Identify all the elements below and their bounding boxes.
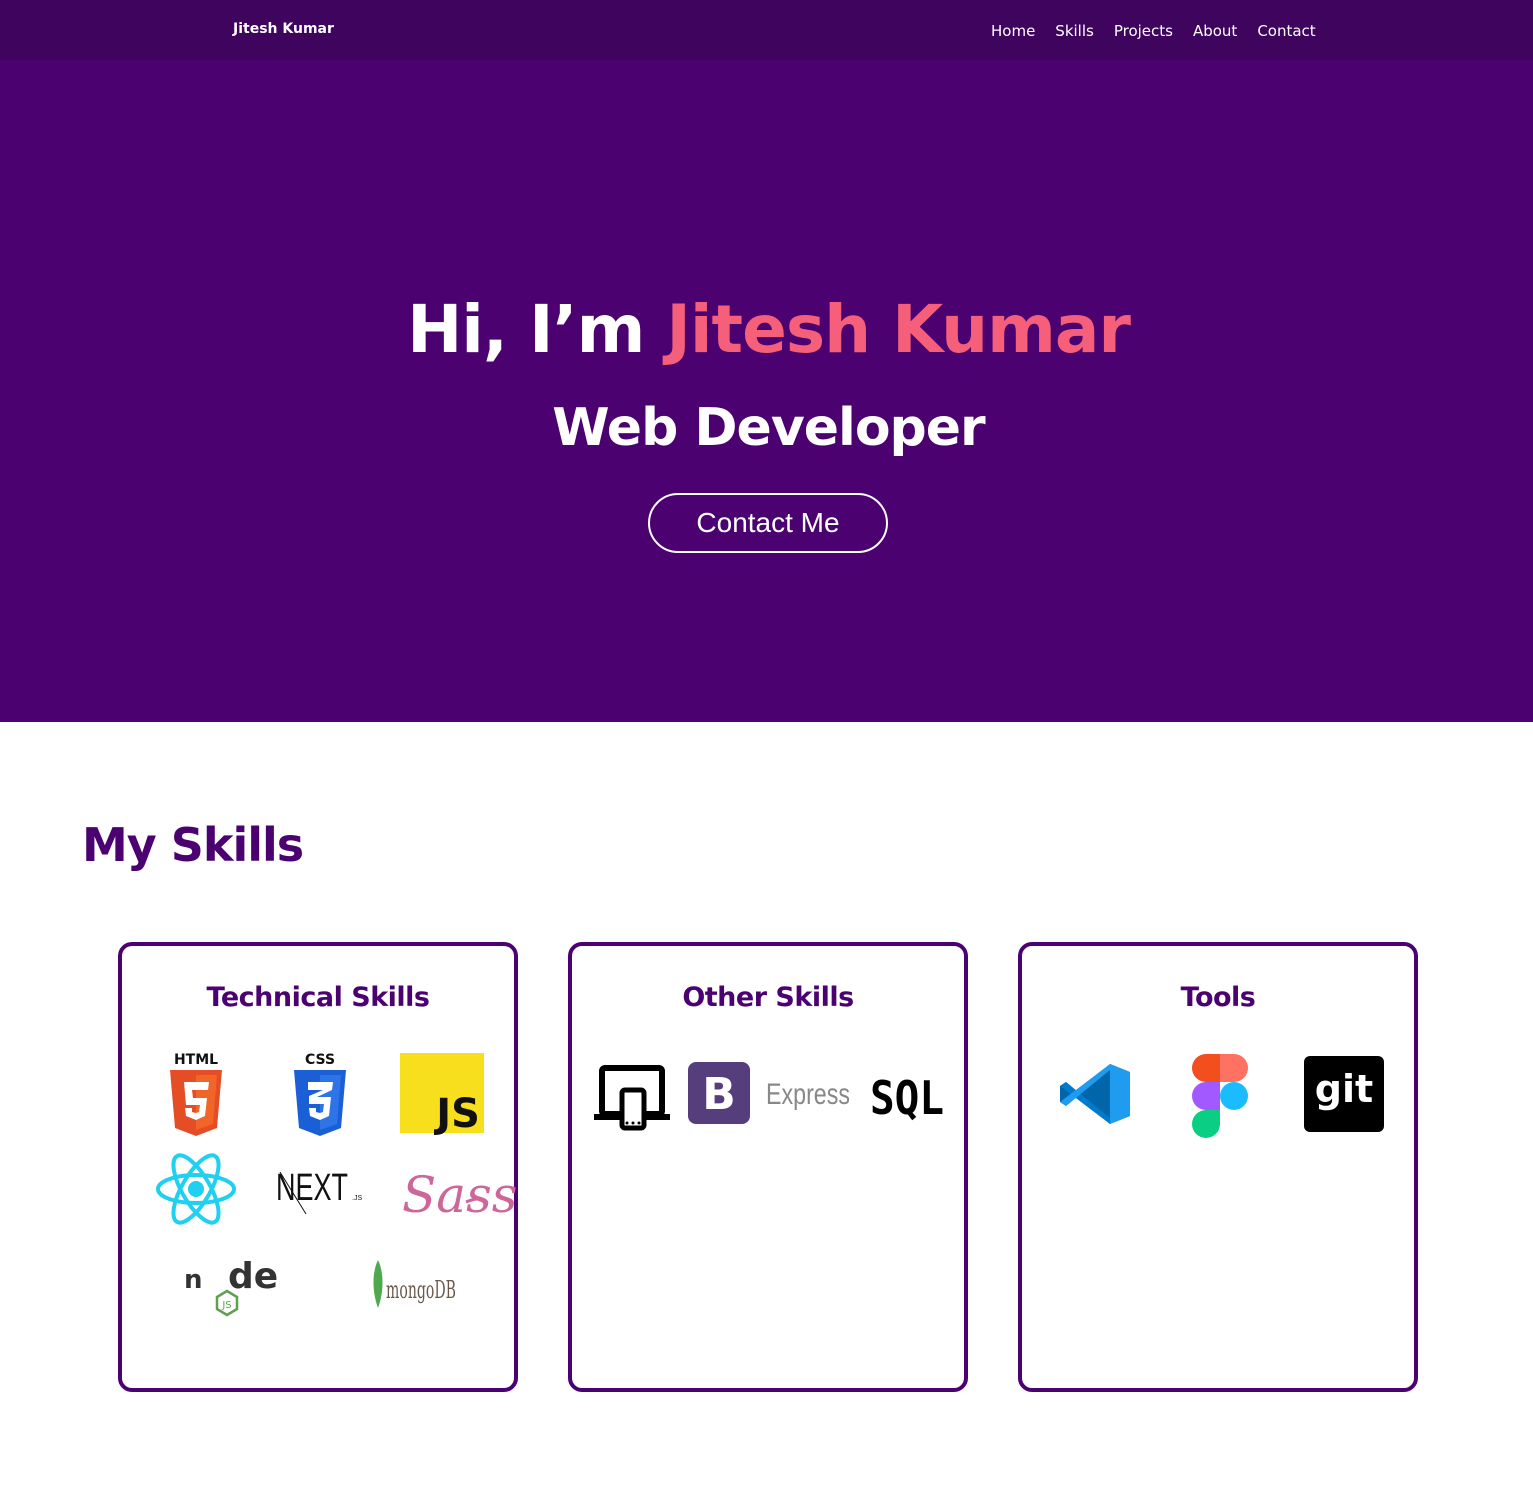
svg-text:Sass: Sass: [402, 1166, 517, 1224]
svg-text:git: git: [1315, 1067, 1373, 1111]
technical-skills-card: Technical Skills HTML CSS JS NEXT .JS Sa…: [118, 942, 518, 1392]
html5-icon: HTML: [166, 1050, 226, 1138]
nav-link-about[interactable]: About: [1193, 22, 1237, 40]
vscode-icon: [1058, 1062, 1132, 1126]
nav-link-skills[interactable]: Skills: [1055, 22, 1094, 40]
nav-link-contact[interactable]: Contact: [1257, 22, 1315, 40]
svg-text:.JS: .JS: [352, 1195, 362, 1202]
svg-text:B: B: [702, 1069, 736, 1120]
nav-link-home[interactable]: Home: [991, 22, 1035, 40]
tools-card: Tools git: [1018, 942, 1418, 1392]
bootstrap-icon: B: [688, 1062, 750, 1124]
contact-me-button[interactable]: Contact Me: [648, 493, 888, 553]
figma-icon: [1188, 1052, 1252, 1138]
other-skills-card: Other Skills B Express SQL: [568, 942, 968, 1392]
card-title: Tools: [1180, 982, 1256, 1013]
javascript-icon: JS: [400, 1053, 484, 1137]
nav-link-projects[interactable]: Projects: [1114, 22, 1173, 40]
svg-text:HTML: HTML: [174, 1052, 218, 1068]
hero-greeting: Hi, I’m: [407, 291, 645, 368]
css3-icon: CSS: [290, 1050, 350, 1138]
svg-text:n: n: [184, 1265, 203, 1295]
hero-section: Hi, I’m Jitesh Kumar Web Developer Conta…: [0, 60, 1533, 722]
hero-title: Hi, I’m Jitesh Kumar: [0, 288, 1533, 372]
skills-section-title: My Skills: [82, 818, 304, 872]
svg-text:SQL: SQL: [870, 1071, 944, 1125]
svg-text:Express: Express: [766, 1078, 850, 1111]
card-title: Other Skills: [682, 982, 854, 1013]
svg-text:mongoDB: mongoDB: [386, 1276, 456, 1304]
hero-name: Jitesh Kumar: [666, 291, 1131, 368]
navbar: Jitesh Kumar Home Skills Projects About …: [0, 0, 1533, 60]
responsive-design-icon: [594, 1064, 670, 1131]
hero-role: Web Developer: [552, 398, 985, 458]
svg-text:NEXT: NEXT: [276, 1167, 348, 1209]
svg-text:CSS: CSS: [305, 1052, 335, 1068]
svg-text:JS: JS: [221, 1300, 231, 1311]
git-icon: git: [1304, 1056, 1384, 1132]
nextjs-icon: NEXT .JS: [276, 1160, 366, 1218]
nodejs-icon: n de JS: [182, 1250, 278, 1318]
card-title: Technical Skills: [206, 982, 430, 1013]
mongodb-icon: mongoDB: [370, 1256, 460, 1312]
sql-icon: SQL: [868, 1070, 948, 1125]
express-icon: Express: [764, 1074, 854, 1114]
svg-text:JS: JS: [433, 1091, 480, 1137]
nav-links: Home Skills Projects About Contact: [991, 22, 1316, 40]
react-icon: [154, 1150, 238, 1228]
brand-logo[interactable]: Jitesh Kumar: [233, 21, 334, 37]
sass-icon: Sass: [400, 1156, 517, 1226]
svg-text:de: de: [228, 1256, 278, 1297]
